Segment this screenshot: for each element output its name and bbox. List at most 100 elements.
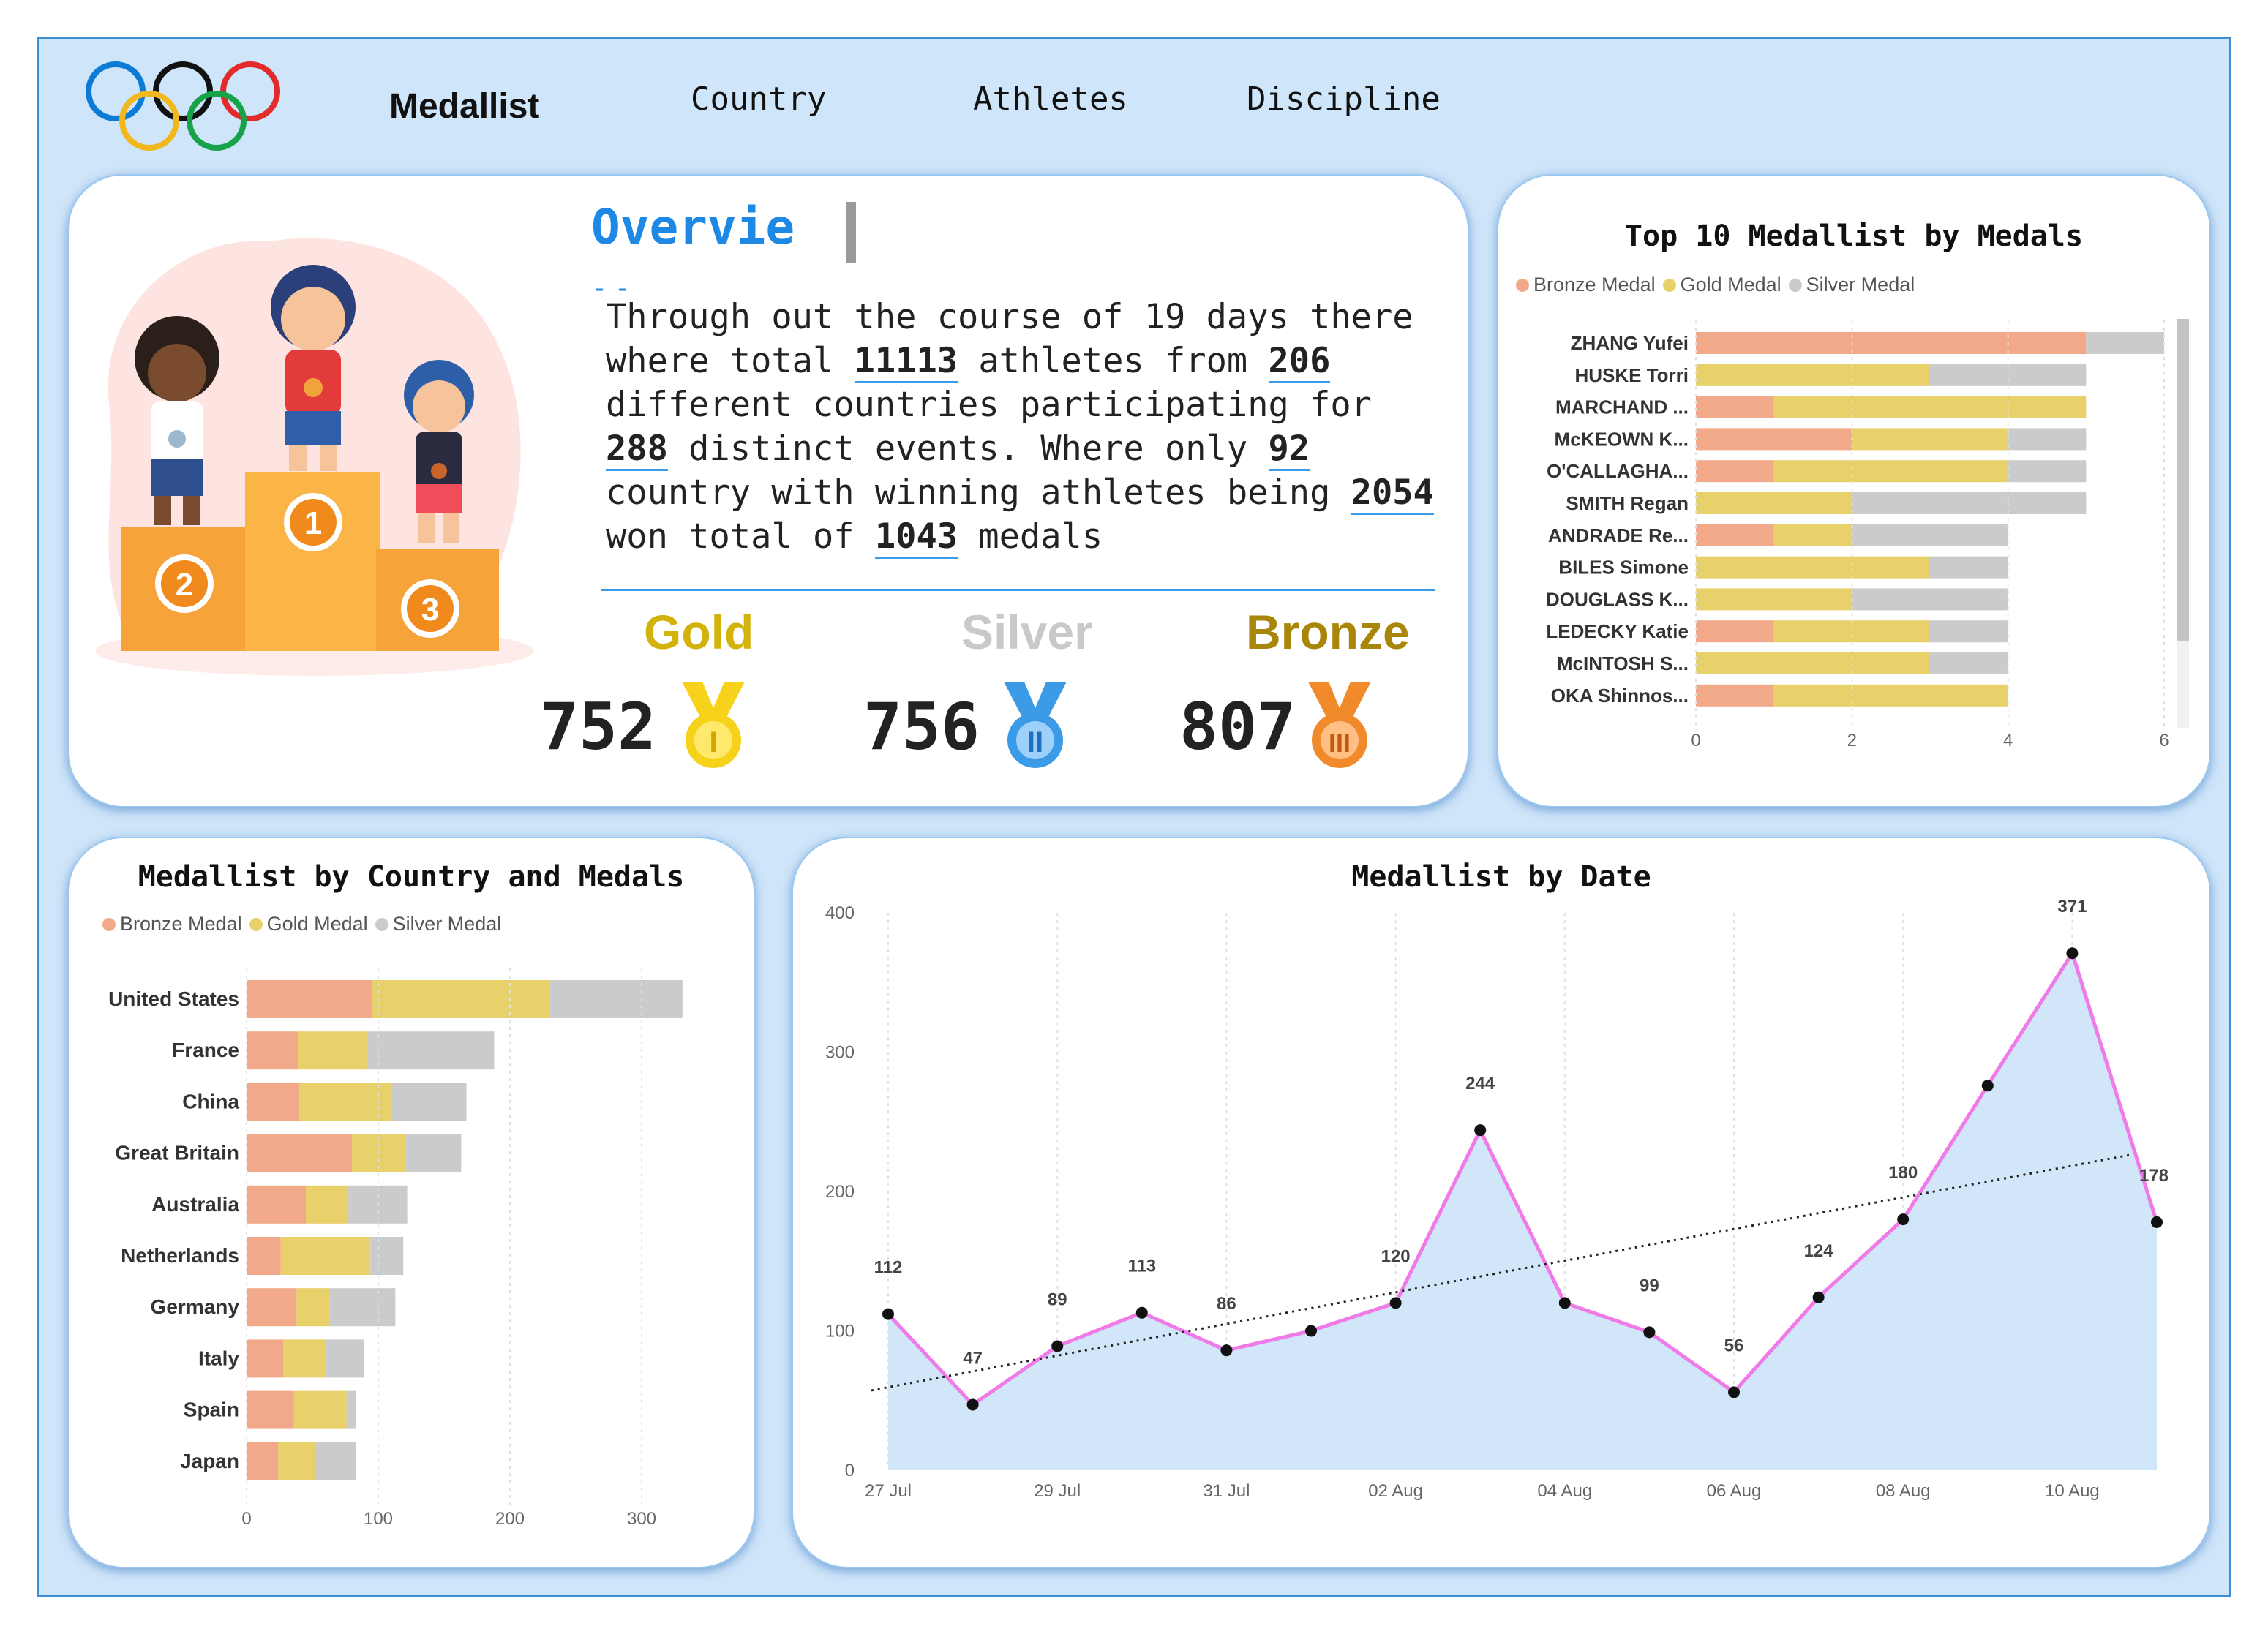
data-label: 124: [1804, 1241, 1834, 1261]
bar-segment: [2008, 428, 2087, 451]
category-label: Japan: [180, 1450, 239, 1472]
data-label: 89: [1048, 1289, 1067, 1309]
bar-segment: [1696, 460, 1774, 483]
bar-segment: [247, 980, 372, 1018]
tick-label: 2: [1847, 731, 1857, 750]
data-point: [882, 1308, 894, 1320]
data-label: 178: [2139, 1166, 2169, 1186]
x-tick-label: 27 Jul: [865, 1481, 912, 1501]
bar-segment: [306, 1185, 348, 1224]
data-label: 56: [1724, 1336, 1744, 1355]
data-point: [1474, 1124, 1487, 1137]
bar-segment: [549, 980, 683, 1018]
area-fill: [888, 953, 2157, 1470]
category-label: United States: [108, 987, 239, 1010]
nav-country[interactable]: Country: [691, 80, 826, 118]
bar-segment: [1773, 396, 2087, 418]
x-tick-label: 10 Aug: [2045, 1481, 2100, 1501]
data-label: 112: [874, 1258, 903, 1278]
bar-segment: [1696, 428, 1852, 451]
nav-medallist[interactable]: Medallist: [389, 86, 539, 127]
svg-text:2: 2: [176, 567, 193, 603]
bar-segment: [1773, 684, 2008, 707]
bar-segment: [1773, 620, 1930, 643]
bar-segment: [405, 1134, 462, 1172]
bar-segment: [1696, 684, 1774, 707]
category-label: Australia: [151, 1193, 239, 1216]
nav-athletes[interactable]: Athletes: [973, 80, 1128, 118]
title-underline-dashes: [596, 288, 626, 291]
bar-segment: [1773, 524, 1852, 546]
bar-segment: [372, 980, 549, 1018]
category-label: Germany: [151, 1295, 240, 1318]
bar-segment: [247, 1442, 279, 1480]
bar-segment: [370, 1237, 404, 1275]
bar-segment: [247, 1339, 284, 1378]
text-cursor: [846, 202, 856, 263]
bar-segment: [278, 1442, 315, 1480]
tick-label: 0: [1691, 731, 1700, 750]
data-label: 120: [1381, 1246, 1411, 1266]
data-point: [1981, 1080, 1994, 1092]
bar-segment: [1930, 652, 2008, 674]
bar-segment: [296, 1288, 330, 1327]
bar-segment: [1696, 364, 1930, 386]
bar-segment: [367, 1031, 495, 1070]
x-tick-label: 06 Aug: [1707, 1481, 1762, 1501]
bar-segment: [1696, 332, 2087, 354]
bar-segment: [247, 1134, 352, 1172]
data-point: [1812, 1291, 1825, 1303]
overview-text-segment: country with winning athletes being: [606, 472, 1351, 513]
x-tick-label: 29 Jul: [1034, 1481, 1081, 1501]
bar-segment: [1930, 620, 2008, 643]
data-label: 86: [1217, 1294, 1236, 1314]
bar-segment: [1696, 524, 1774, 546]
overview-stat: 92: [1268, 429, 1310, 471]
bar-segment: [247, 1288, 297, 1327]
category-label: O'CALLAGHA...: [1547, 460, 1689, 482]
tick-label: 6: [2159, 731, 2169, 750]
y-tick-label: 400: [825, 903, 855, 923]
overview-divider: [601, 589, 1435, 591]
data-label: 244: [1465, 1074, 1495, 1093]
olympic-rings-logo: [86, 61, 280, 151]
svg-text:II: II: [1027, 726, 1043, 758]
data-label: 99: [1640, 1276, 1659, 1295]
overview-text-segment: different countries participating for: [606, 385, 1372, 425]
tick-label: 0: [241, 1509, 251, 1529]
overview-stat: 11113: [854, 341, 958, 383]
bar-segment: [1930, 364, 2087, 386]
overview-text-segment: won total of: [606, 516, 875, 557]
svg-text:3: 3: [421, 592, 439, 628]
nav-discipline[interactable]: Discipline: [1247, 80, 1441, 118]
silver-label: Silver: [961, 605, 1093, 659]
bar-segment: [298, 1031, 368, 1070]
overview-title: Overvie: [591, 199, 795, 255]
overview-stat: 288: [606, 429, 668, 471]
data-point: [1643, 1326, 1656, 1339]
svg-text:III: III: [1329, 728, 1351, 758]
bar-segment: [247, 1390, 294, 1429]
x-tick-label: 02 Aug: [1368, 1481, 1423, 1501]
podium-illustration: 2 1 3: [95, 238, 534, 676]
category-label: Spain: [184, 1398, 239, 1421]
y-tick-label: 0: [845, 1461, 855, 1480]
gold-count: 752: [540, 689, 656, 764]
date-chart: 0 100 200 300 400 27 Jul 29 Jul 31 Jul 02 Aug 04 …: [825, 897, 2169, 1501]
data-point: [1135, 1306, 1148, 1319]
country-medals-chart: United States France China Great Britain Aus…: [108, 968, 683, 1529]
data-point: [2151, 1216, 2163, 1228]
category-label: SMITH Regan: [1566, 492, 1689, 514]
data-point: [1558, 1297, 1571, 1309]
tick-label: 100: [364, 1509, 393, 1529]
data-label: 47: [963, 1348, 983, 1368]
data-point: [2066, 947, 2079, 960]
category-label: HUSKE Torri: [1574, 364, 1689, 386]
bar-segment: [346, 1390, 356, 1429]
bar-segment: [280, 1237, 371, 1275]
bar-segment: [1852, 428, 2008, 451]
data-point: [1220, 1344, 1233, 1357]
overview-stat: 1043: [874, 516, 958, 559]
bar-segment: [247, 1185, 306, 1224]
bar-segment: [1696, 396, 1774, 418]
